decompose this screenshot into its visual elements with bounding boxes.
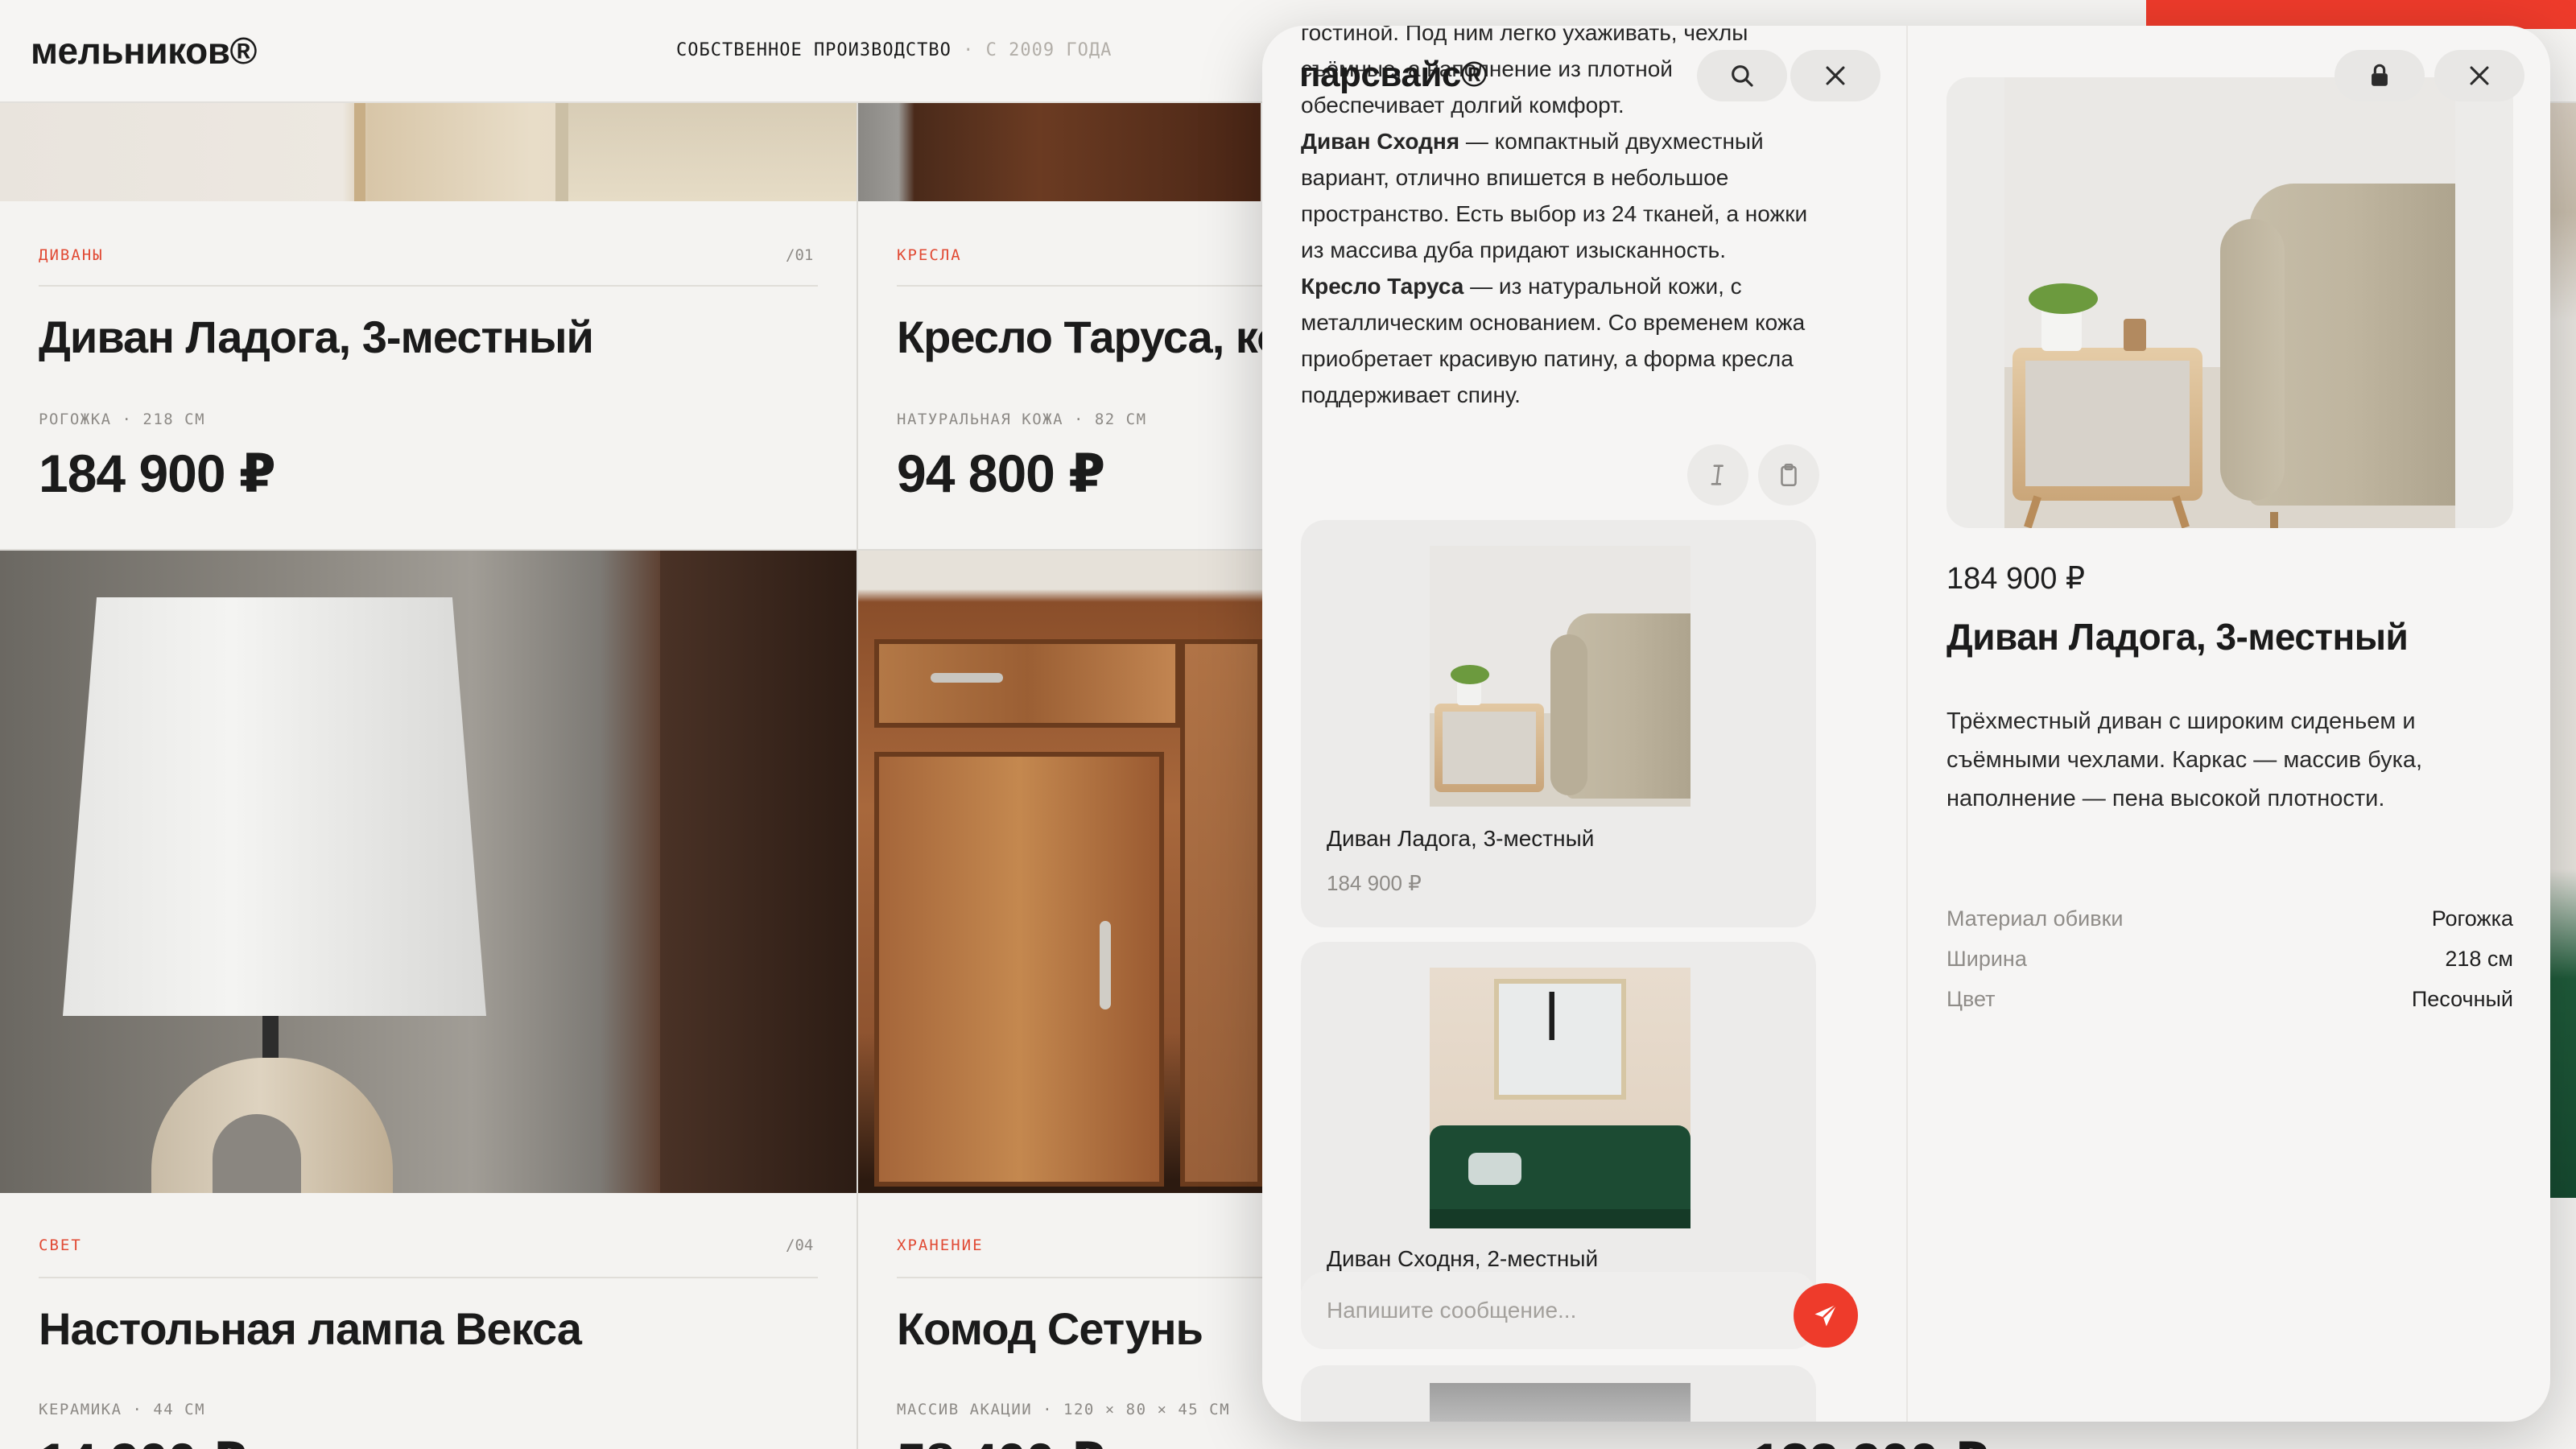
card-index: /04 xyxy=(786,1236,814,1254)
chat-pane: парсвайс® гостиной. Под ним легко ухажив… xyxy=(1262,26,1906,1422)
product-card-ladoga[interactable]: ДИВАНЫ /01 Диван Ладога, 3-местный РОГОЖ… xyxy=(0,201,857,549)
spec-row: Материал обивки Рогожка xyxy=(1946,906,2513,939)
card-divider xyxy=(39,1277,818,1278)
detail-description: Трёхместный диван с широким сиденьем и с… xyxy=(1946,708,2423,811)
detail-title: Диван Ладога, 3-местный xyxy=(1946,616,2409,658)
card-divider xyxy=(897,1277,1262,1278)
lock-button[interactable] xyxy=(2334,50,2425,101)
store-logo[interactable]: мельников® xyxy=(31,29,257,72)
copy-button[interactable] xyxy=(1758,444,1819,506)
close-detail-button[interactable] xyxy=(2434,50,2524,101)
product-price: 14 900 ₽ xyxy=(39,1431,247,1449)
category-label: ДИВАНЫ xyxy=(39,246,104,264)
chat-product-card[interactable] xyxy=(1301,1365,1816,1422)
send-icon xyxy=(1814,1303,1838,1327)
product-photo-dresser[interactable] xyxy=(858,551,1262,1193)
card-index: /01 xyxy=(786,246,814,264)
search-button[interactable] xyxy=(1697,50,1787,101)
card-divider xyxy=(897,285,1262,287)
product-thumbnail xyxy=(1430,968,1690,1228)
clipboard-icon xyxy=(1781,463,1797,487)
category-label: СВЕТ xyxy=(39,1236,82,1254)
product-price: 94 800 ₽ xyxy=(897,444,1105,503)
category-label: КРЕСЛА xyxy=(897,246,962,264)
chat-brand: парсвайс® xyxy=(1299,55,1487,94)
product-title[interactable]: Кресло Таруса, кожа xyxy=(897,311,1262,363)
chat-widget: парсвайс® гостиной. Под ним легко ухажив… xyxy=(1262,26,2550,1422)
product-card-tarusa[interactable]: КРЕСЛА Кресло Таруса, кожа НАТУРАЛЬНАЯ К… xyxy=(858,201,1262,549)
spec-row: Цвет Песочный xyxy=(1946,987,2513,1019)
product-title[interactable]: Настольная лампа Векса xyxy=(39,1302,582,1355)
product-mention[interactable]: Кресло Таруса xyxy=(1301,274,1463,299)
close-icon xyxy=(2470,66,2489,85)
lock-icon xyxy=(2372,64,2388,86)
product-photo-sofa-top[interactable] xyxy=(0,103,857,201)
product-meta: НАТУРАЛЬНАЯ КОЖА · 82 СМ xyxy=(897,411,1147,428)
spec-value: Песочный xyxy=(2411,987,2513,1011)
message-composer xyxy=(1301,1272,1816,1349)
store-tagline: СОБСТВЕННОЕ ПРОИЗВОДСТВО · С 2009 ГОДА xyxy=(676,40,1112,60)
product-thumbnail xyxy=(1430,1383,1690,1422)
product-detail-pane: 184 900 ₽ Диван Ладога, 3-местный Трёхме… xyxy=(1906,26,2550,1422)
product-name: Диван Сходня, 2-местный xyxy=(1327,1246,1599,1271)
message-paragraph: Диван Сходня — компактный двухместный ва… xyxy=(1301,123,1816,268)
tagline-main: СОБСТВЕННОЕ ПРОИЗВОДСТВО xyxy=(676,40,952,60)
product-thumbnail xyxy=(1430,546,1690,807)
message-input[interactable] xyxy=(1327,1291,1745,1330)
chat-product-card[interactable]: Диван Ладога, 3-местный 184 900 ₽ xyxy=(1301,520,1816,927)
message-paragraph: Кресло Таруса — из натуральной кожи, с м… xyxy=(1301,268,1816,413)
product-title[interactable]: Комод Сетунь xyxy=(897,1302,1203,1355)
close-icon xyxy=(1826,66,1845,85)
spec-label: Ширина xyxy=(1946,947,2027,971)
spec-row: Ширина 218 см xyxy=(1946,947,2513,979)
product-photo-lamp[interactable] xyxy=(0,551,857,1193)
product-photo-right-strip xyxy=(2550,103,2576,1198)
product-detail-image xyxy=(1946,77,2513,528)
send-button[interactable] xyxy=(1794,1283,1858,1348)
text-cursor-icon xyxy=(1711,464,1724,485)
spec-value: 218 см xyxy=(2445,947,2513,971)
message-line: гостиной. Под ним легко ухаживать, чехлы xyxy=(1301,26,1748,45)
close-chat-button[interactable] xyxy=(1790,50,1880,101)
search-icon xyxy=(1732,65,1753,87)
product-meta: КЕРАМИКА · 44 СМ xyxy=(39,1401,206,1418)
product-meta: МАССИВ АКАЦИИ · 120 × 80 × 45 СМ xyxy=(897,1401,1231,1418)
product-price: 132 900 ₽ xyxy=(1752,1431,1989,1449)
product-mention[interactable]: Диван Сходня xyxy=(1301,129,1459,154)
chat-product-card[interactable]: Диван Сходня, 2-местный xyxy=(1301,942,1816,1312)
spec-value: Рогожка xyxy=(2431,906,2513,931)
product-price: 184 900 ₽ xyxy=(39,444,276,503)
product-price: 184 900 ₽ xyxy=(1327,871,1422,895)
product-name: Диван Ладога, 3-местный xyxy=(1327,826,1595,851)
tagline-since: · С 2009 ГОДА xyxy=(963,40,1113,60)
product-card-setun[interactable]: ХРАНЕНИЕ Комод Сетунь МАССИВ АКАЦИИ · 12… xyxy=(858,1193,1262,1449)
card-divider xyxy=(39,285,818,287)
spec-label: Материал обивки xyxy=(1946,906,2124,931)
product-meta: РОГОЖКА · 218 СМ xyxy=(39,411,206,428)
accent-banner xyxy=(2146,0,2576,29)
detail-price: 184 900 ₽ xyxy=(1946,562,2086,596)
product-card-veksa[interactable]: СВЕТ /04 Настольная лампа Векса КЕРАМИКА… xyxy=(0,1193,857,1449)
product-price: 58 400 ₽ xyxy=(897,1431,1105,1449)
category-label: ХРАНЕНИЕ xyxy=(897,1236,984,1254)
text-action-button[interactable] xyxy=(1687,444,1748,506)
product-photo-armchair-top[interactable] xyxy=(858,103,1261,201)
product-title[interactable]: Диван Ладога, 3-местный xyxy=(39,311,594,363)
spec-label: Цвет xyxy=(1946,987,1996,1011)
